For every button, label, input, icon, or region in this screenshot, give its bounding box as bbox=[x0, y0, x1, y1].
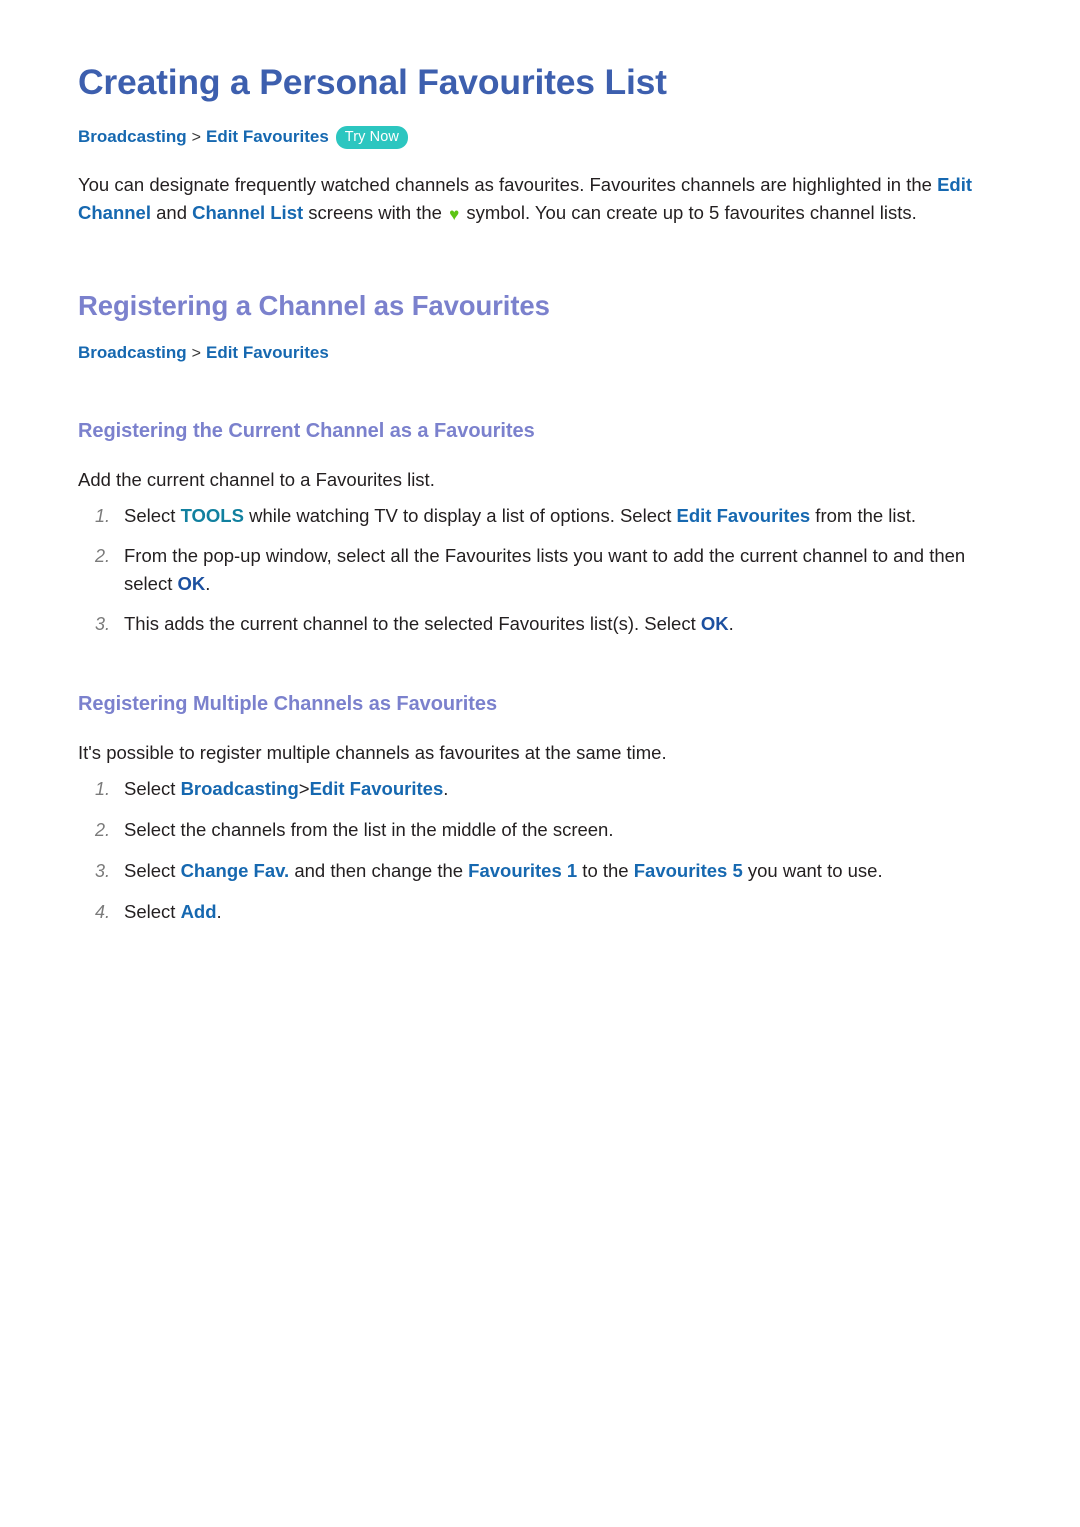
inline-link-add[interactable]: Add bbox=[181, 901, 217, 922]
list-item: 1. Select Broadcasting>Edit Favourites. bbox=[78, 775, 1000, 803]
breadcrumb-separator-icon: > bbox=[191, 128, 201, 146]
inline-link-channel-list[interactable]: Channel List bbox=[192, 202, 303, 223]
step-number: 3. bbox=[94, 614, 110, 635]
breadcrumb-section1: Broadcasting > Edit Favourites bbox=[78, 342, 1000, 365]
steps-list-current-channel: 1. Select TOOLS while watching TV to disp… bbox=[78, 502, 1000, 638]
heart-icon: ♥ bbox=[449, 205, 460, 225]
step-number: 2. bbox=[94, 820, 110, 841]
breadcrumb-item-broadcasting[interactable]: Broadcasting bbox=[78, 127, 187, 146]
step-text-part1: Select the channels from the list in the… bbox=[124, 819, 614, 841]
document-page: Creating a Personal Favourites List Broa… bbox=[0, 0, 1080, 1527]
step-text-part1: This adds the current channel to the sel… bbox=[124, 613, 701, 635]
subsection1-intro: Add the current channel to a Favourites … bbox=[78, 469, 435, 491]
step-text-part1: Select bbox=[124, 778, 181, 800]
step-text-part2: . bbox=[205, 573, 211, 595]
inline-link-edit-favourites[interactable]: Edit Favourites bbox=[677, 505, 811, 526]
inline-link-favourites-5[interactable]: Favourites 5 bbox=[634, 860, 743, 881]
intro-text-part2: and bbox=[150, 202, 193, 224]
inline-link-change-fav[interactable]: Change Fav. bbox=[181, 860, 290, 881]
intro-paragraph: You can designate frequently watched cha… bbox=[78, 171, 983, 229]
list-item: 2. Select the channels from the list in t… bbox=[78, 816, 1000, 844]
list-item: 1. Select TOOLS while watching TV to disp… bbox=[78, 502, 1000, 530]
step-text-part2: . bbox=[728, 613, 734, 635]
subsection-heading-current-channel: Registering the Current Channel as a Fav… bbox=[78, 420, 535, 443]
step-text-part2: . bbox=[443, 778, 449, 800]
list-item: 2. From the pop-up window, select all the… bbox=[78, 542, 1000, 598]
step-text-part3: to the bbox=[577, 860, 634, 882]
steps-list-multiple-channels: 1. Select Broadcasting>Edit Favourites. 2… bbox=[78, 775, 1000, 926]
breadcrumb-top: Broadcasting > Edit Favourites Try Now bbox=[78, 125, 1000, 150]
inline-link-broadcasting[interactable]: Broadcasting bbox=[181, 778, 299, 799]
step-text-part1: Select bbox=[124, 860, 181, 882]
inline-link-favourites-1[interactable]: Favourites 1 bbox=[468, 860, 577, 881]
step-text-part1: Select bbox=[124, 505, 181, 527]
breadcrumb-separator-icon: > bbox=[298, 778, 310, 800]
step-text-part4: you want to use. bbox=[742, 860, 883, 882]
step-text-part3: from the list. bbox=[810, 505, 917, 527]
list-item: 3. This adds the current channel to the s… bbox=[78, 610, 1000, 638]
intro-text-part1: You can designate frequently watched cha… bbox=[78, 174, 938, 196]
intro-text-part3: screens with the bbox=[303, 202, 448, 224]
list-item: 4. Select Add. bbox=[78, 898, 1000, 926]
section-heading-registering-channel: Registering a Channel as Favourites bbox=[78, 290, 550, 322]
step-number: 1. bbox=[94, 506, 110, 527]
step-text-part2: while watching TV to display a list of o… bbox=[243, 505, 677, 527]
try-now-badge[interactable]: Try Now bbox=[335, 125, 408, 150]
step-number: 2. bbox=[94, 546, 110, 567]
subsection-heading-multiple-channels: Registering Multiple Channels as Favouri… bbox=[78, 693, 498, 716]
inline-key-ok[interactable]: OK bbox=[177, 573, 205, 594]
step-text-part2: . bbox=[216, 901, 222, 923]
inline-key-ok[interactable]: OK bbox=[701, 613, 729, 634]
intro-text-part4: symbol. You can create up to 5 favourite… bbox=[461, 202, 917, 224]
step-number: 4. bbox=[94, 902, 110, 923]
inline-link-edit-favourites[interactable]: Edit Favourites bbox=[310, 778, 444, 799]
step-text-part1: From the pop-up window, select all the F… bbox=[124, 545, 966, 595]
step-text-part1: Select bbox=[124, 901, 181, 923]
inline-key-tools[interactable]: TOOLS bbox=[181, 505, 244, 526]
step-number: 1. bbox=[94, 779, 110, 800]
list-item: 3. Select Change Fav. and then change the… bbox=[78, 857, 1000, 885]
breadcrumb-item-broadcasting[interactable]: Broadcasting bbox=[78, 343, 187, 362]
breadcrumb-item-edit-favourites[interactable]: Edit Favourites bbox=[206, 343, 329, 362]
page-title: Creating a Personal Favourites List bbox=[78, 62, 667, 102]
step-number: 3. bbox=[94, 861, 110, 882]
breadcrumb-separator-icon: > bbox=[191, 345, 201, 363]
breadcrumb-item-edit-favourites[interactable]: Edit Favourites bbox=[206, 127, 329, 146]
step-text-part2: and then change the bbox=[289, 860, 469, 882]
subsection2-intro: It's possible to register multiple chann… bbox=[78, 742, 667, 764]
